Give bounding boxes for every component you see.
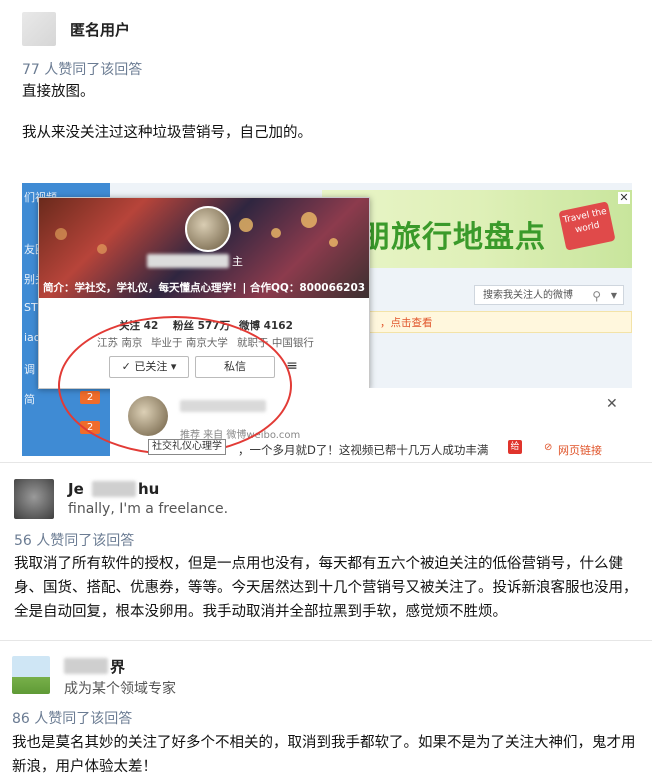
answer-text-line: 我取消了所有软件的授权，但是一点用也没有，每天都有五六个被迫关注的低俗营销号，什… (14, 556, 623, 572)
author-name-suffix[interactable]: 界 (110, 656, 125, 677)
new-items-notice[interactable]: ，点击查看 (367, 311, 632, 333)
hover-tooltip: 社交礼仪心理学 (148, 439, 226, 455)
divider (0, 640, 652, 641)
redacted-name (64, 658, 108, 674)
search-input[interactable]: 搜索我关注人的微博 ⚲ ▼ (474, 285, 624, 305)
divider (0, 462, 652, 463)
avatar[interactable] (14, 479, 54, 519)
embedded-screenshot: 们视频 友圈 别关 ST iao 调 简 2 2 朋旅行地盘点 Travel t… (22, 183, 632, 456)
web-link[interactable]: 网页链接 (558, 442, 602, 456)
feed-text: ，一个多月就D了！这视频已帮十几万人成功丰满 (238, 443, 489, 456)
author-name-suffix[interactable]: hu (138, 480, 159, 498)
avatar[interactable] (12, 656, 50, 694)
gift-badge: 给 (508, 440, 522, 454)
profile-name-suffix: 主 (232, 255, 243, 268)
banner-tag: Travel the world (558, 201, 616, 251)
avatar[interactable] (185, 206, 231, 252)
answer-text-line: 直接放图。 (22, 84, 95, 100)
link-icon: ⊘ (544, 442, 553, 453)
banner-title: 朋旅行地盘点 (360, 220, 546, 255)
author-bio: finally, I'm a freelance. (68, 501, 229, 517)
chevron-down-icon[interactable]: ▼ (611, 286, 617, 306)
redacted-name (147, 254, 229, 268)
close-icon[interactable]: ✕ (606, 396, 618, 412)
answer-text-line: 新浪，用户体验太差！ (12, 759, 157, 775)
answer-text-line: 身、国货、搭配、优惠券，等等。今天居然达到十几个营销号又被关注了。投诉新浪客服也… (14, 580, 638, 596)
author-name-prefix[interactable]: Je (68, 480, 84, 498)
answer-text-line: 我从来没关注过这种垃圾营销号，自己加的。 (22, 125, 312, 141)
close-icon[interactable]: ✕ (618, 192, 630, 204)
answer-text-line: 我也是莫名其妙的关注了好多个不相关的，取消到我手都软了。如果不是为了关注大神们，… (12, 735, 636, 751)
search-icon[interactable]: ⚲ (592, 286, 601, 306)
avatar-anonymous[interactable] (22, 12, 56, 46)
redacted-name (92, 481, 136, 497)
answer-text-line: 全是自动回复，根本没卵用。我手动取消并全部拉黑到手软，感觉烦不胜烦。 (14, 604, 507, 620)
vote-count: 77 人赞同了该回答 (22, 62, 143, 78)
author-name[interactable]: 匿名用户 (70, 19, 130, 40)
vote-count: 86 人赞同了该回答 (12, 711, 133, 727)
author-bio: 成为某个领域专家 (64, 681, 176, 697)
profile-intro: 简介：学社交，学礼仪，每天懂点心理学！| 合作QQ：800066203 (43, 282, 366, 294)
highlight-circle (58, 316, 292, 455)
search-placeholder: 搜索我关注人的微博 (483, 290, 573, 301)
sidebar-item: 调 (24, 363, 35, 376)
sidebar-item: 简 (24, 393, 35, 406)
vote-count: 56 人赞同了该回答 (14, 533, 135, 549)
sidebar-item: ST (24, 301, 38, 314)
